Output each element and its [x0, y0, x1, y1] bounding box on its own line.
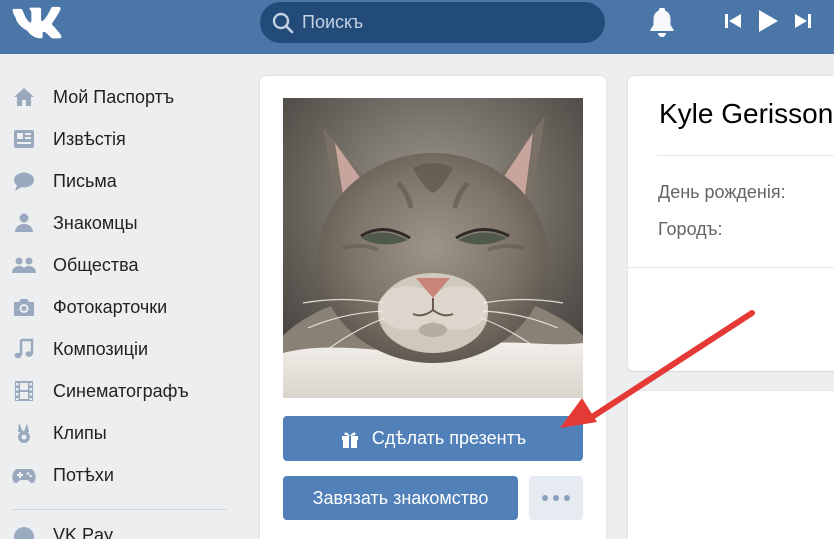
profile-avatar-photo[interactable]: [283, 98, 583, 398]
sidebar-item-games[interactable]: Потѣхи: [0, 454, 240, 496]
camera-icon: [14, 299, 34, 316]
sidebar-item-label: Потѣхи: [53, 465, 114, 485]
profile-name: Kyle Gerisson: [659, 98, 834, 129]
film-icon: [15, 381, 33, 401]
top-header: [0, 0, 834, 54]
friends-icon: [15, 213, 33, 232]
sidebar-item-label: Извѣстія: [53, 129, 126, 149]
more-dots-icon: [553, 495, 559, 501]
wall-card: [628, 391, 834, 539]
left-sidebar: Мой Паспортъ Извѣстія Письма Знакомцы Об…: [0, 76, 240, 539]
sidebar-item-label: Письма: [53, 171, 117, 191]
sidebar-item-friends[interactable]: Знакомцы: [0, 202, 240, 244]
sidebar-item-label: Фотокарточки: [53, 297, 168, 317]
sidebar-item-label: Мой Паспортъ: [53, 87, 175, 107]
communities-icon: [12, 257, 36, 273]
info-divider: [657, 155, 834, 156]
vk-logo-icon[interactable]: [12, 6, 64, 40]
previous-track-icon[interactable]: [722, 10, 744, 32]
sidebar-item-label: Знакомцы: [53, 213, 138, 233]
city-label: Городъ:: [658, 219, 723, 239]
play-icon[interactable]: [756, 8, 780, 34]
search-input[interactable]: [302, 2, 592, 43]
news-icon: [14, 130, 34, 148]
sidebar-item-video[interactable]: Синематографъ: [0, 370, 240, 412]
info-section-divider: [628, 267, 834, 268]
home-icon: [14, 88, 34, 106]
add-friend-label: Завязать знакомство: [312, 487, 489, 508]
sidebar-item-messages[interactable]: Письма: [0, 160, 240, 202]
sidebar-divider: [12, 509, 227, 510]
sidebar-item-news[interactable]: Извѣстія: [0, 118, 240, 160]
sidebar-item-label: Клипы: [53, 423, 107, 443]
sidebar-item-label: VK Pay: [53, 525, 114, 539]
search-box[interactable]: [260, 2, 605, 43]
send-gift-label: Сдѣлать презентъ: [371, 428, 527, 448]
more-actions-button[interactable]: [529, 476, 583, 520]
more-dots-icon: [542, 495, 548, 501]
sidebar-item-label: Общества: [53, 255, 139, 275]
profile-info-card: Kyle Gerisson День рожденія: Городъ:: [628, 76, 834, 371]
bell-icon[interactable]: [647, 7, 677, 39]
vk-pay-icon: [14, 527, 34, 539]
sidebar-item-label: Синематографъ: [53, 381, 189, 401]
vk-profile-page: Мой Паспортъ Извѣстія Письма: [0, 0, 834, 539]
gamepad-icon: [12, 469, 36, 483]
sidebar-item-label: Композиціи: [53, 339, 149, 359]
search-icon: [272, 12, 294, 34]
music-note-icon: [14, 338, 34, 359]
send-gift-button[interactable]: Сдѣлать презентъ: [283, 416, 583, 461]
clips-icon: [18, 423, 30, 443]
more-dots-icon: [564, 495, 570, 501]
sidebar-item-music[interactable]: Композиціи: [0, 328, 240, 370]
sidebar-item-communities[interactable]: Общества: [0, 244, 240, 286]
next-track-icon[interactable]: [792, 10, 814, 32]
sidebar-item-clips[interactable]: Клипы: [0, 412, 240, 454]
profile-photo-card: Сдѣлать презентъ Завязать знакомство: [260, 76, 606, 539]
birthday-label: День рожденія:: [658, 182, 786, 202]
add-friend-button[interactable]: Завязать знакомство: [283, 476, 518, 520]
sidebar-item-photos[interactable]: Фотокарточки: [0, 286, 240, 328]
sidebar-item-profile[interactable]: Мой Паспортъ: [0, 76, 240, 118]
gift-icon: [341, 432, 358, 448]
messages-icon: [14, 172, 34, 191]
